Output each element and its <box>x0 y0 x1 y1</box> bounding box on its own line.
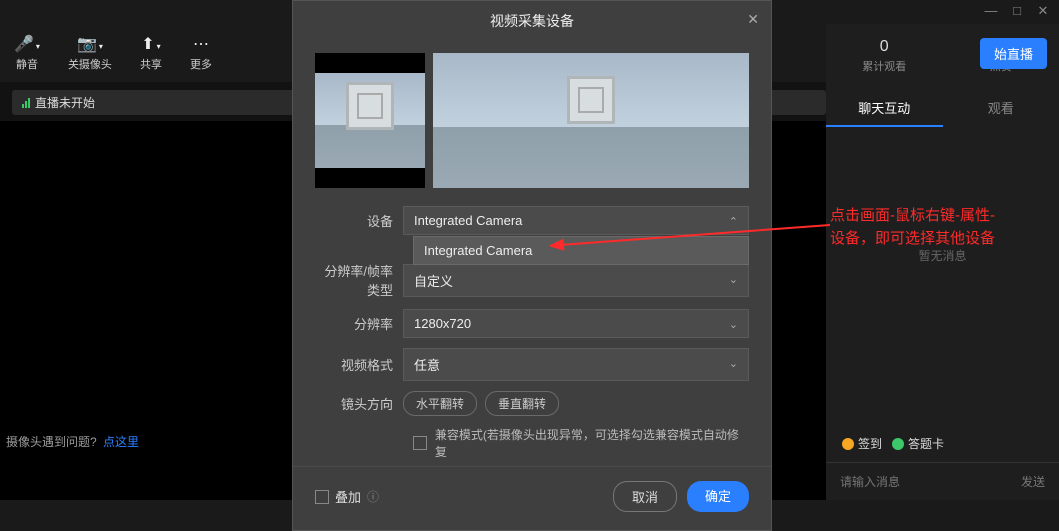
tab-viewers[interactable]: 观看 <box>943 90 1059 127</box>
preview-thumb-large[interactable] <box>433 53 749 188</box>
dot-icon <box>892 438 904 450</box>
dot-icon <box>842 438 854 450</box>
row-restype: 分辨率/帧率 类型 自定义 ⌄ <box>315 261 749 299</box>
format-label: 视频格式 <box>315 355 403 374</box>
device-option[interactable]: Integrated Camera <box>414 237 748 264</box>
window-controls: — □ ✕ <box>983 3 1051 19</box>
ok-button[interactable]: 确定 <box>687 481 749 512</box>
chat-input[interactable] <box>840 475 1021 489</box>
modal-title: 视频采集设备 <box>490 13 574 29</box>
format-select[interactable]: 任意 ⌄ <box>403 348 749 381</box>
modal-close-icon[interactable]: ✕ <box>747 11 759 28</box>
row-format: 视频格式 任意 ⌄ <box>315 348 749 381</box>
more-label: 更多 <box>190 56 212 72</box>
signin-badge[interactable]: 签到 <box>842 435 882 452</box>
info-icon[interactable]: ⓘ <box>367 488 379 505</box>
preview-thumb-small[interactable] <box>315 53 425 188</box>
overlay-label: 叠加 <box>335 487 361 506</box>
signal-icon <box>22 98 30 108</box>
share-button[interactable]: ⬆▾ 共享 <box>140 34 162 72</box>
overlay-checkbox[interactable] <box>315 490 329 504</box>
stat-viewers: 0 累计观看 <box>826 38 943 74</box>
chevron-down-icon: ⌄ <box>729 318 738 331</box>
chevron-up-icon: ⌃ <box>729 215 738 228</box>
resolution-label: 分辨率 <box>315 314 403 333</box>
camera-off-label: 关摄像头 <box>68 56 112 72</box>
camera-icon: 📷▾ <box>77 34 103 54</box>
orientation-label: 镜头方向 <box>315 394 403 413</box>
chevron-down-icon: ⌄ <box>729 357 738 370</box>
resolution-select[interactable]: 1280x720 ⌄ <box>403 309 749 338</box>
row-orientation: 镜头方向 水平翻转 垂直翻转 <box>315 391 749 416</box>
share-icon: ⬆▾ <box>141 34 160 54</box>
restype-label: 分辨率/帧率 类型 <box>315 261 403 299</box>
share-label: 共享 <box>140 56 162 72</box>
annotation-text: 点击画面-鼠标右键-属性- 设备，即可选择其他设备 <box>830 205 995 250</box>
camera-hint: 摄像头遇到问题? 点这里 <box>6 433 139 450</box>
close-icon[interactable]: ✕ <box>1035 3 1051 19</box>
send-button[interactable]: 发送 <box>1021 473 1045 490</box>
sidebar: 0 累计观看 0 点赞 聊天互动 观看 暂无消息 签到 答题卡 发送 <box>826 24 1059 500</box>
preview-row <box>315 53 749 188</box>
viewers-label: 累计观看 <box>826 58 943 74</box>
restype-select[interactable]: 自定义 ⌄ <box>403 264 749 297</box>
video-device-modal: 视频采集设备 ✕ 设备 Integrated Camera ⌃ Integrat… <box>292 0 772 531</box>
mic-icon: 🎤▾ <box>14 34 40 54</box>
more-button[interactable]: ⋯ 更多 <box>190 34 212 72</box>
row-device: 设备 Integrated Camera ⌃ Integrated Camera <box>315 206 749 235</box>
modal-header: 视频采集设备 ✕ <box>293 1 771 41</box>
device-dropdown: Integrated Camera <box>413 236 749 265</box>
flip-vertical-button[interactable]: 垂直翻转 <box>485 391 559 416</box>
viewers-count: 0 <box>826 38 943 56</box>
maximize-icon[interactable]: □ <box>1009 3 1025 19</box>
live-status-text: 直播未开始 <box>35 94 95 111</box>
compat-label: 兼容模式(若摄像头出现异常，可选择勾选兼容模式自动修复 <box>435 426 749 460</box>
tab-chat[interactable]: 聊天互动 <box>826 90 943 127</box>
minimize-icon[interactable]: — <box>983 3 999 19</box>
cancel-button[interactable]: 取消 <box>613 481 677 512</box>
answer-badge[interactable]: 答题卡 <box>892 435 944 452</box>
row-resolution: 分辨率 1280x720 ⌄ <box>315 309 749 338</box>
flip-horizontal-button[interactable]: 水平翻转 <box>403 391 477 416</box>
start-live-button[interactable]: 始直播 <box>980 38 1047 69</box>
row-compat: 兼容模式(若摄像头出现异常，可选择勾选兼容模式自动修复 <box>413 426 749 460</box>
mute-button[interactable]: 🎤▾ 静音 <box>14 34 40 72</box>
mute-label: 静音 <box>16 56 38 72</box>
chevron-down-icon: ⌄ <box>729 273 738 286</box>
compat-checkbox[interactable] <box>413 436 427 450</box>
camera-off-button[interactable]: 📷▾ 关摄像头 <box>68 34 112 72</box>
device-select[interactable]: Integrated Camera ⌃ <box>403 206 749 235</box>
device-label: 设备 <box>315 211 403 230</box>
more-icon: ⋯ <box>193 34 209 54</box>
camera-hint-link[interactable]: 点这里 <box>103 435 139 449</box>
